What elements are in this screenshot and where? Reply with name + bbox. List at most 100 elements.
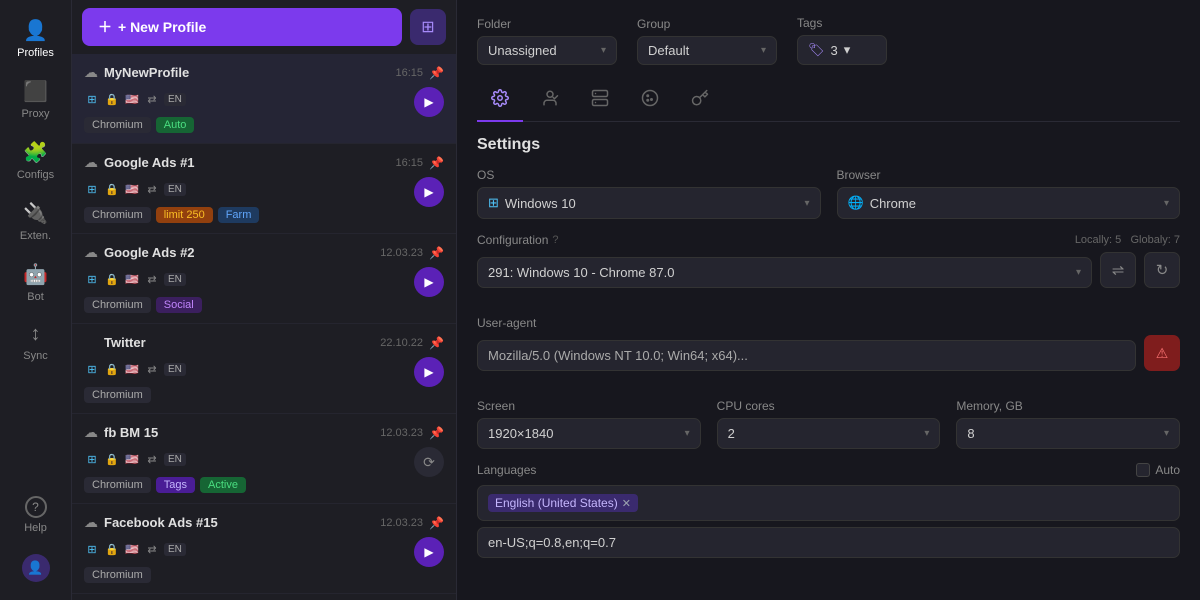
pin-icon: 📌: [429, 246, 444, 260]
tags-label: Tags: [797, 16, 887, 30]
new-profile-button[interactable]: ＋ + New Profile: [82, 8, 402, 46]
os-value: Windows 10: [505, 196, 576, 211]
language-tags-box[interactable]: English (United States) ✕: [477, 485, 1180, 521]
tab-key[interactable]: [677, 81, 723, 122]
sidebar-item-label: Configs: [17, 169, 54, 181]
sidebar-item-user[interactable]: 👤: [4, 546, 68, 590]
tag-icon: 🏷: [808, 42, 825, 58]
folder-dropdown[interactable]: Unassigned ▾: [477, 36, 617, 65]
auto-checkbox-box[interactable]: [1136, 463, 1150, 477]
play-button[interactable]: ▶: [414, 87, 444, 117]
flag-icon: 🇺🇸: [124, 361, 140, 377]
list-item[interactable]: ☁ Twitter 22.10.22 📌 ⊞ 🔒 🇺🇸 ⇄ EN ▶: [72, 324, 456, 414]
browser-icon: 🌐: [848, 195, 864, 211]
play-button[interactable]: ▶: [414, 357, 444, 387]
play-button[interactable]: ▶: [414, 537, 444, 567]
os-icon: ⊞: [84, 271, 100, 287]
profile-name: Google Ads #2: [104, 245, 195, 260]
flag-icon: 🇺🇸: [124, 181, 140, 197]
group-dropdown[interactable]: Default ▾: [637, 36, 777, 65]
screen-dropdown[interactable]: 1920×1840 ▾: [477, 418, 701, 449]
tags-group: Tags 🏷 3 ▾: [797, 16, 887, 65]
chevron-down-icon: ▾: [601, 45, 606, 56]
top-dropdowns-row: Folder Unassigned ▾ Group Default ▾ Tags…: [477, 16, 1180, 65]
arrows-icon: ⇄: [144, 541, 160, 557]
profiles-icon: 👤: [23, 18, 48, 43]
sidebar-item-bot[interactable]: 🤖 Bot: [4, 254, 68, 311]
extensions-icon: 🔌: [23, 201, 48, 226]
user-avatar: 👤: [22, 554, 50, 582]
lang-badge: EN: [164, 363, 186, 376]
profiles-scroll[interactable]: ☁ MyNewProfile 16:15 📌 ⊞ 🔒 🇺🇸 ⇄ EN ▶: [72, 54, 456, 600]
memory-group: Memory, GB 8 ▾: [956, 399, 1180, 449]
folder-value: Unassigned: [488, 43, 557, 58]
memory-dropdown[interactable]: 8 ▾: [956, 418, 1180, 449]
tab-accounts[interactable]: [527, 81, 573, 122]
warning-button[interactable]: ⚠: [1144, 335, 1180, 371]
list-item[interactable]: ☁ Google Ads #1 16:15 📌 ⊞ 🔒 🇺🇸 ⇄ EN ▶: [72, 144, 456, 234]
config-counts: Locally: 5 Globaly: 7: [1075, 234, 1180, 246]
chevron-down-icon: ▾: [685, 428, 690, 439]
browser-dropdown[interactable]: 🌐 Chrome ▾: [837, 187, 1181, 219]
profile-list: ＋ + New Profile ⊞ ☁ MyNewProfile 16:15 📌: [72, 0, 457, 600]
profile-name: MyNewProfile: [104, 65, 189, 80]
cloud-icon: ☁: [84, 154, 98, 171]
memory-label: Memory, GB: [956, 399, 1180, 413]
language-tag[interactable]: English (United States) ✕: [488, 494, 638, 512]
tab-storage[interactable]: [577, 81, 623, 122]
detail-tabs: [477, 81, 1180, 122]
languages-label: Languages: [477, 463, 536, 477]
sidebar-item-help[interactable]: ? Help: [4, 488, 68, 542]
screen-label: Screen: [477, 399, 701, 413]
flag-icon: 🇺🇸: [124, 541, 140, 557]
shuffle-button[interactable]: ⇌: [1100, 252, 1136, 288]
left-navigation: 👤 Profiles ⬛ Proxy 🧩 Configs 🔌 Exten. 🤖 …: [0, 0, 72, 600]
play-button[interactable]: ▶: [414, 267, 444, 297]
main-content: Folder Unassigned ▾ Group Default ▾ Tags…: [457, 0, 1200, 600]
profile-name: Twitter: [104, 335, 146, 350]
cpu-dropdown[interactable]: 2 ▾: [717, 418, 941, 449]
warning-icon: ⚠: [1156, 345, 1169, 362]
flag-icon: 🇺🇸: [124, 271, 140, 287]
settings-title: Settings: [477, 136, 1180, 154]
play-button[interactable]: ▶: [414, 177, 444, 207]
arrows-icon: ⇄: [144, 91, 160, 107]
cloud-icon: ☁: [84, 514, 98, 531]
os-label: OS: [477, 168, 821, 182]
flag-icon: 🇺🇸: [124, 91, 140, 107]
help-icon[interactable]: ?: [552, 234, 558, 246]
refresh-button[interactable]: ↻: [1144, 252, 1180, 288]
loading-button[interactable]: ⟳: [414, 447, 444, 477]
sidebar-item-sync[interactable]: ↕ Sync: [4, 315, 68, 370]
list-item[interactable]: ☁ Google Ads #2 12.03.23 📌 ⊞ 🔒 🇺🇸 ⇄ EN ▶: [72, 234, 456, 324]
auto-checkbox[interactable]: Auto: [1136, 463, 1180, 477]
config-dropdown[interactable]: 291: Windows 10 - Chrome 87.0 ▾: [477, 257, 1092, 288]
chevron-down-icon: ▾: [804, 198, 809, 209]
os-icon: ⊞: [84, 91, 100, 107]
sync-icon: ↕: [31, 323, 41, 346]
tab-cookies[interactable]: [627, 81, 673, 122]
help-icon: ?: [25, 496, 47, 518]
shield-icon: 🔒: [104, 451, 120, 467]
sidebar-item-label: Proxy: [21, 108, 49, 120]
tags-dropdown[interactable]: 🏷 3 ▾: [797, 35, 887, 65]
arrows-icon: ⇄: [144, 181, 160, 197]
active-badge: Auto: [156, 117, 195, 133]
os-dropdown[interactable]: ⊞ Windows 10 ▾: [477, 187, 821, 219]
list-item[interactable]: ☁ Facebook Ads #15 12.03.23 📌 ⊞ 🔒 🇺🇸 ⇄ E…: [72, 504, 456, 594]
sidebar-item-configs[interactable]: 🧩 Configs: [4, 132, 68, 189]
sidebar-item-profiles[interactable]: 👤 Profiles: [4, 10, 68, 67]
chevron-down-icon: ▾: [1164, 428, 1169, 439]
tab-settings[interactable]: [477, 81, 523, 122]
close-icon[interactable]: ✕: [622, 497, 631, 510]
useragent-input[interactable]: Mozilla/5.0 (Windows NT 10.0; Win64; x64…: [477, 340, 1136, 371]
profile-name: Google Ads #1: [104, 155, 195, 170]
chevron-down-icon: ▾: [1076, 267, 1081, 278]
sidebar-item-proxy[interactable]: ⬛ Proxy: [4, 71, 68, 128]
grid-view-button[interactable]: ⊞: [410, 9, 446, 45]
list-item[interactable]: ☁ fb BM 15 12.03.23 📌 ⊞ 🔒 🇺🇸 ⇄ EN ⟳: [72, 414, 456, 504]
list-item[interactable]: ☁ MyNewProfile 16:15 📌 ⊞ 🔒 🇺🇸 ⇄ EN ▶: [72, 54, 456, 144]
arrows-icon: ⇄: [144, 271, 160, 287]
plus-icon: ＋: [98, 17, 112, 37]
sidebar-item-extensions[interactable]: 🔌 Exten.: [4, 193, 68, 250]
